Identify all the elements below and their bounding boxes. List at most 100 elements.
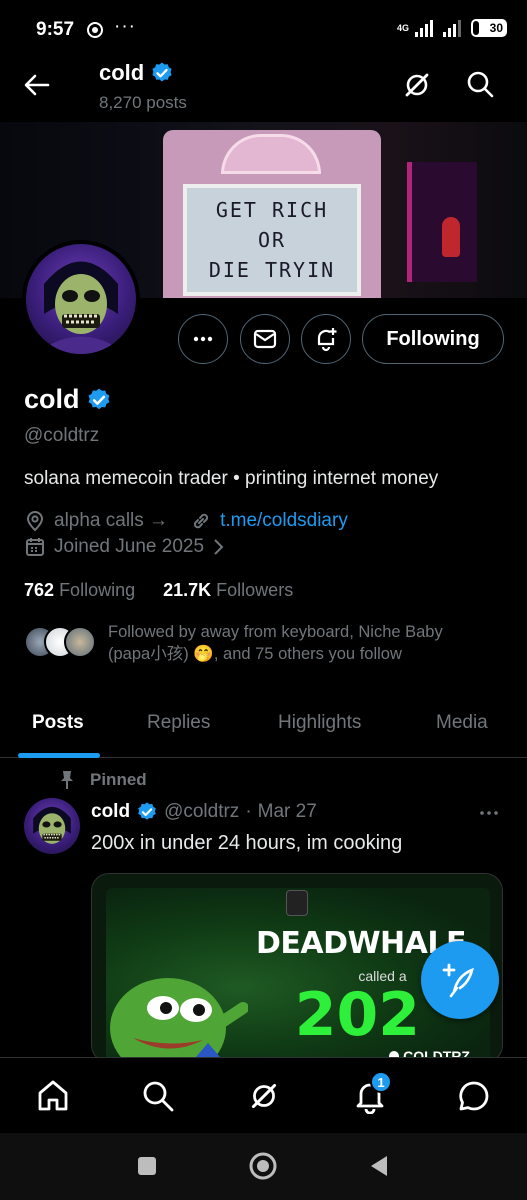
posts-count: 8,270 posts <box>99 93 187 112</box>
search-icon <box>143 1081 174 1112</box>
grok-button[interactable] <box>400 68 434 102</box>
back-button[interactable] <box>18 66 56 104</box>
link-icon <box>194 513 209 529</box>
pinned-label-row: Pinned <box>58 770 147 790</box>
status-more-icon: ··· <box>114 16 136 37</box>
home-icon <box>38 1080 68 1111</box>
home-system-button[interactable] <box>248 1151 278 1181</box>
recents-button[interactable] <box>136 1155 158 1177</box>
followed-by-line-2: (papa小孩) 🤭, and 75 others you follow <box>108 643 508 665</box>
token-icon <box>286 890 308 916</box>
header-name: cold <box>99 60 145 85</box>
message-button[interactable] <box>240 314 290 364</box>
status-bar: 9:57 ··· 4G 30 <box>0 0 527 58</box>
pin-icon <box>61 771 73 789</box>
arrow-left-icon <box>24 74 50 96</box>
followed-by-avatars[interactable] <box>24 626 96 658</box>
followers-stat[interactable]: 21.7K Followers <box>163 580 293 601</box>
pinned-label: Pinned <box>90 770 147 789</box>
nav-search[interactable] <box>140 1078 176 1114</box>
bell-plus-icon <box>317 328 337 352</box>
signal-icon <box>415 20 433 37</box>
bottom-nav: 1 <box>0 1057 527 1133</box>
website-item[interactable]: t.me/coldsdiary <box>190 510 348 532</box>
pepe-frog-image <box>110 978 248 1062</box>
follow-stats: 762 Following 21.7K Followers <box>24 580 293 601</box>
profile-bio: solana memecoin trader • printing intern… <box>24 468 439 489</box>
chrome-icon <box>87 22 103 38</box>
status-indicators: 4G 30 <box>397 19 507 37</box>
network-type: 4G <box>396 22 409 33</box>
sign-line-3: DIE TRYIN <box>208 258 336 282</box>
skull-avatar-image <box>33 806 71 844</box>
followed-by-line-1: Followed by away from keyboard, Niche Ba… <box>108 623 443 641</box>
followed-by-rest: , and 75 others you follow <box>213 645 402 663</box>
media-multiplier: 202 <box>294 980 420 1050</box>
back-system-button[interactable] <box>367 1154 391 1178</box>
following-count: 762 <box>24 580 55 600</box>
active-tab-indicator <box>18 753 100 758</box>
marquee-sign: GET RICH OR DIE TRYIN <box>183 184 361 296</box>
tab-posts[interactable]: Posts <box>32 712 84 734</box>
search-icon <box>467 71 494 98</box>
more-horizontal-icon <box>193 336 213 342</box>
notification-badge: 1 <box>370 1071 392 1093</box>
verified-badge-icon[interactable] <box>86 387 112 413</box>
skull-avatar-image <box>44 261 118 354</box>
grok-icon <box>405 73 429 97</box>
followed-by-text[interactable]: Followed by away from keyboard, Niche Ba… <box>108 621 508 665</box>
joined-item[interactable]: Joined June 2025 <box>24 536 226 558</box>
nav-grok[interactable] <box>246 1078 282 1114</box>
marquee-crest <box>221 134 321 174</box>
following-button[interactable]: Following <box>362 314 504 364</box>
tab-highlights[interactable]: Highlights <box>278 712 361 734</box>
nav-home[interactable] <box>35 1078 71 1114</box>
search-button[interactable] <box>464 68 496 100</box>
tab-replies[interactable]: Replies <box>147 712 210 734</box>
profile-name-row: cold <box>24 384 112 415</box>
header-title: cold <box>99 60 174 86</box>
more-options-button[interactable] <box>178 314 228 364</box>
following-stat[interactable]: 762 Following <box>24 580 135 601</box>
verified-badge-icon <box>138 802 156 820</box>
sign-line-2: OR <box>257 228 287 252</box>
profile-name: cold <box>24 384 80 414</box>
profile-tabs: Posts Replies Highlights Media <box>0 700 527 758</box>
more-horizontal-icon <box>480 811 498 815</box>
post-author-name[interactable]: cold <box>91 801 130 823</box>
post-header: cold @coldtrz · Mar 27 <box>91 801 317 823</box>
compose-post-button[interactable] <box>421 941 499 1019</box>
post-author-avatar[interactable] <box>24 798 80 854</box>
profile-meta-row: alpha calls → t.me/coldsdiary <box>24 510 348 532</box>
nav-messages[interactable] <box>456 1078 492 1114</box>
banner-lamp <box>442 217 460 257</box>
square-icon <box>138 1157 156 1175</box>
battery-icon: 30 <box>471 19 507 37</box>
following-stat-label: Following <box>59 580 136 600</box>
post-handle[interactable]: @coldtrz <box>164 801 239 823</box>
post-separator: · <box>245 801 252 822</box>
triangle-back-icon <box>371 1156 387 1176</box>
follower-avatar <box>64 626 96 658</box>
joined-text: Joined June 2025 <box>54 536 205 557</box>
calendar-icon <box>26 538 44 556</box>
chat-bubble-icon <box>459 1081 489 1111</box>
mail-icon <box>253 329 277 349</box>
website-link[interactable]: t.me/coldsdiary <box>220 510 348 532</box>
post-more-button[interactable] <box>478 803 500 823</box>
signal-2-icon <box>443 20 461 37</box>
location-item: alpha calls → <box>24 510 168 532</box>
profile-avatar[interactable] <box>22 240 140 358</box>
verified-badge-icon <box>152 62 172 82</box>
grok-icon <box>251 1083 277 1109</box>
tab-media[interactable]: Media <box>436 712 488 734</box>
chevron-right-icon <box>214 539 224 555</box>
post-text: 200x in under 24 hours, im cooking <box>91 832 403 854</box>
location-text: alpha calls → <box>54 510 169 531</box>
followers-count: 21.7K <box>163 580 212 600</box>
sign-line-1: GET RICH <box>215 198 329 222</box>
post-date[interactable]: Mar 27 <box>258 801 317 823</box>
feather-plus-icon <box>442 963 474 998</box>
notifications-subscribe-button[interactable] <box>301 314 351 364</box>
joined-row[interactable]: Joined June 2025 <box>24 536 226 558</box>
